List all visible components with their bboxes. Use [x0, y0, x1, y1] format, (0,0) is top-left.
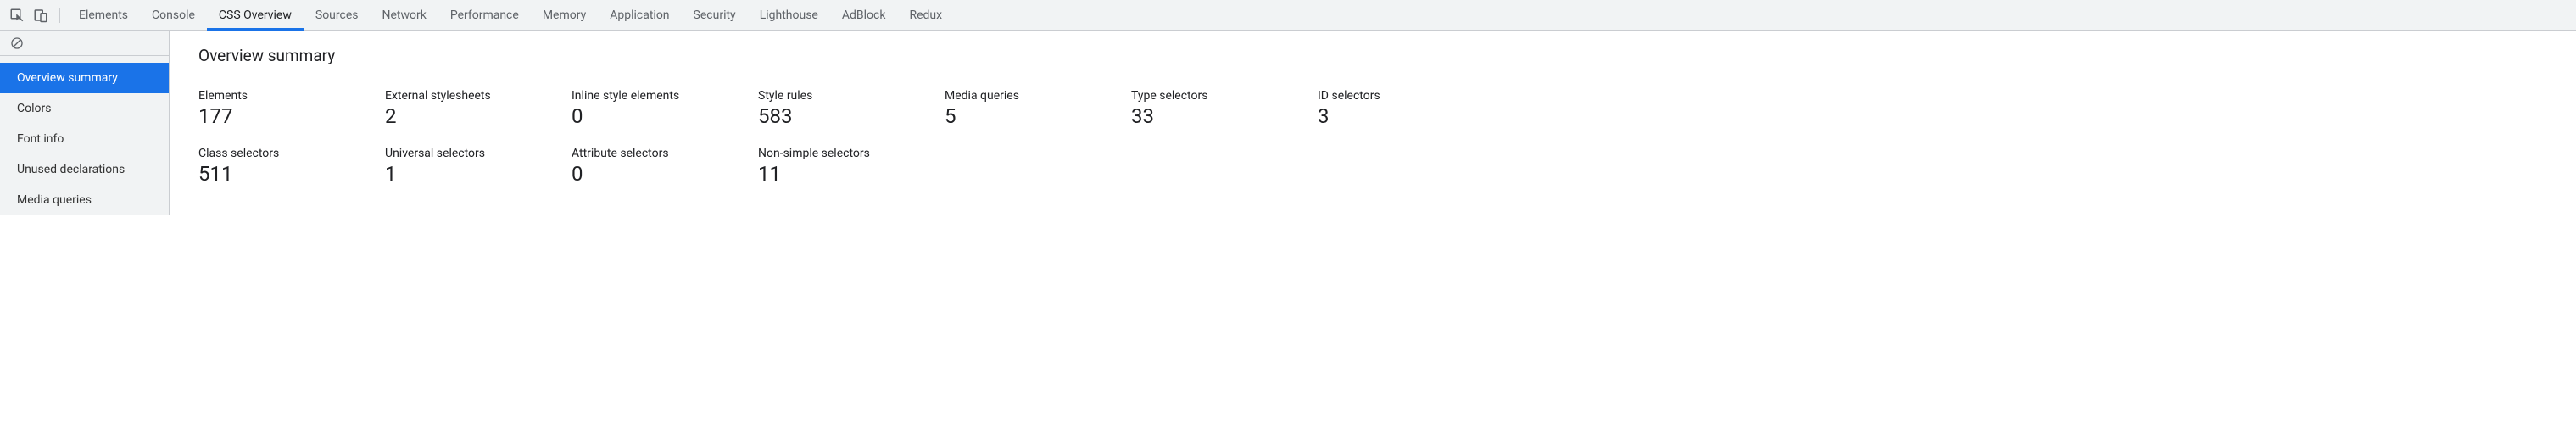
css-overview-sidebar: Overview summary Colors Font info Unused de…: [0, 56, 169, 215]
stat-id-selectors: ID selectors3: [1318, 89, 1470, 128]
tab-network[interactable]: Network: [370, 0, 438, 31]
stat-non-simple-selectors: Non-simple selectors 11: [758, 147, 911, 186]
stat-style-rules: Style rules583: [758, 89, 911, 128]
stat-universal-selectors: Universal selectors 1: [385, 147, 538, 186]
tab-label: Lighthouse: [760, 8, 818, 22]
stat-attribute-selectors: Attribute selectors 0: [572, 147, 724, 186]
tab-label: Security: [694, 8, 736, 22]
stat-label: Elements: [198, 89, 351, 103]
sidebar-item-overview-summary[interactable]: Overview summary: [0, 63, 169, 93]
tab-redux[interactable]: Redux: [897, 0, 954, 31]
tab-label: Application: [610, 8, 669, 22]
sidebar-item-label: Font info: [17, 132, 64, 146]
tab-label: Performance: [450, 8, 519, 22]
clear-icon[interactable]: [5, 31, 29, 55]
tab-label: Sources: [315, 8, 359, 22]
sidebar-item-font-info[interactable]: Font info: [0, 124, 169, 154]
sidebar-item-colors[interactable]: Colors: [0, 93, 169, 124]
stat-class-selectors: Class selectors 511: [198, 147, 351, 186]
stat-value: 11: [758, 162, 911, 186]
tab-label: Network: [382, 8, 426, 22]
stat-value: 33: [1131, 104, 1284, 128]
stat-value: 2: [385, 104, 538, 128]
content-column: Overview summary Elements177 External sty…: [170, 31, 2576, 215]
devtools-tab-bar: Elements Console CSS Overview Sources Networ…: [0, 0, 2576, 31]
overview-content: Overview summary Elements177 External sty…: [170, 31, 2576, 215]
stat-value: 0: [572, 162, 724, 186]
device-toolbar-icon[interactable]: [29, 3, 53, 27]
tab-lighthouse[interactable]: Lighthouse: [748, 0, 830, 31]
inspect-icon[interactable]: [5, 3, 29, 27]
tab-label: Memory: [543, 8, 586, 22]
secondary-toolbar: [0, 31, 169, 56]
stat-label: Universal selectors: [385, 147, 538, 160]
stat-label: Non-simple selectors: [758, 147, 911, 160]
tab-label: AdBlock: [842, 8, 886, 22]
stat-label: Type selectors: [1131, 89, 1284, 103]
tab-sources[interactable]: Sources: [304, 0, 371, 31]
stat-label: Style rules: [758, 89, 911, 103]
tab-css-overview[interactable]: CSS Overview: [207, 0, 304, 31]
stat-value: 177: [198, 104, 351, 128]
tab-label: Redux: [909, 8, 942, 22]
tab-adblock[interactable]: AdBlock: [830, 0, 898, 31]
tab-performance[interactable]: Performance: [438, 0, 531, 31]
stat-label: External stylesheets: [385, 89, 538, 103]
stat-label: Media queries: [945, 89, 1097, 103]
sidebar-item-label: Colors: [17, 102, 51, 115]
tab-security[interactable]: Security: [682, 0, 748, 31]
stat-inline-style-elements: Inline style elements0: [572, 89, 724, 128]
stat-label: Class selectors: [198, 147, 351, 160]
stat-label: ID selectors: [1318, 89, 1470, 103]
sidebar-item-media-queries[interactable]: Media queries: [0, 185, 169, 215]
left-column: Overview summary Colors Font info Unused de…: [0, 31, 170, 215]
stat-media-queries: Media queries5: [945, 89, 1097, 128]
divider: [59, 8, 60, 23]
tab-label: Elements: [79, 8, 128, 22]
sidebar-item-label: Media queries: [17, 193, 92, 207]
stat-elements: Elements177: [198, 89, 351, 128]
tab-label: CSS Overview: [219, 8, 292, 22]
sidebar-item-unused-declarations[interactable]: Unused declarations: [0, 154, 169, 185]
stats-grid: Elements177 External stylesheets2 Inline s…: [198, 89, 1470, 186]
tab-label: Console: [152, 8, 195, 22]
tab-console[interactable]: Console: [140, 0, 207, 31]
stat-value: 1: [385, 162, 538, 186]
page-title: Overview summary: [198, 46, 2547, 65]
stat-value: 583: [758, 104, 911, 128]
stat-value: 5: [945, 104, 1097, 128]
main-area: Overview summary Colors Font info Unused de…: [0, 31, 2576, 215]
stat-label: Attribute selectors: [572, 147, 724, 160]
tab-elements[interactable]: Elements: [67, 0, 140, 31]
sidebar-item-label: Overview summary: [17, 71, 118, 85]
tab-application[interactable]: Application: [598, 0, 681, 31]
stat-value: 3: [1318, 104, 1470, 128]
stat-external-stylesheets: External stylesheets2: [385, 89, 538, 128]
stat-value: 511: [198, 162, 351, 186]
sidebar-item-label: Unused declarations: [17, 163, 125, 176]
stat-type-selectors: Type selectors33: [1131, 89, 1284, 128]
stat-label: Inline style elements: [572, 89, 724, 103]
stat-value: 0: [572, 104, 724, 128]
tab-memory[interactable]: Memory: [531, 0, 598, 31]
